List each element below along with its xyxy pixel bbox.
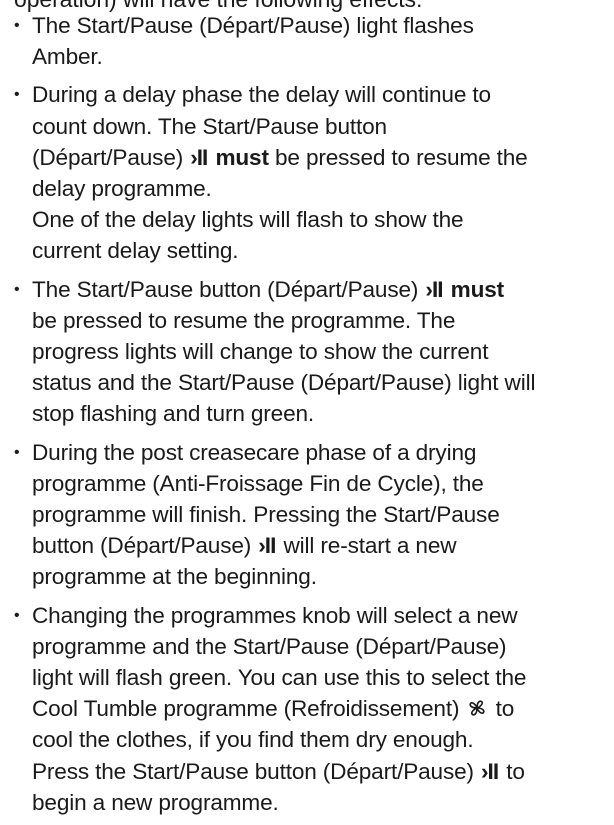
- text-line: button (Départ/Pause) ›II will re-start …: [32, 530, 610, 561]
- text-line: During the post creasecare phase of a dr…: [32, 439, 477, 465]
- bullet-dot: •: [14, 17, 20, 34]
- text-line: One of the delay lights will flash to sh…: [32, 207, 464, 233]
- text-line: Changing the programmes knob will select…: [32, 602, 518, 628]
- text-line: status and the Start/Pause (Départ/Pause…: [32, 370, 536, 396]
- text-line: Press the Start/Pause button (Départ/Pau…: [32, 756, 610, 787]
- text-line: Cool Tumble programme (Refroidissement) …: [32, 696, 515, 722]
- text-line: (Départ/Pause) ›II must be pressed to re…: [32, 142, 610, 173]
- text-line: programme and the Start/Pause (Départ/Pa…: [32, 633, 507, 659]
- text-line: During a delay phase the delay will cont…: [32, 82, 491, 108]
- list-item: • During the post creasecare phase of a …: [0, 437, 614, 593]
- document-page: operation) will have the following effec…: [0, 0, 614, 815]
- text-line: current delay setting.: [32, 238, 239, 264]
- text-line: stop flashing and turn green.: [32, 401, 315, 427]
- text-line: cool the clothes, if you find them dry e…: [32, 727, 474, 753]
- bullet-dot: •: [14, 280, 20, 298]
- text-line: programme (Anti-Froissage Fin de Cycle),…: [32, 470, 484, 496]
- emphasis-must: must: [450, 276, 505, 302]
- list-item: • Changing the programmes knob will sele…: [0, 600, 614, 818]
- list-item: • The Start/Pause button (Départ/Pause) …: [0, 274, 614, 430]
- text-line: be pressed to resume the programme. The: [32, 307, 456, 333]
- bullet-dot: •: [14, 86, 20, 104]
- text-line: light will flash green. You can use this…: [32, 665, 527, 691]
- bullet-dot: •: [14, 606, 20, 624]
- start-pause-icon: ›II: [425, 276, 443, 302]
- text-line: Amber.: [32, 44, 103, 70]
- text-line: programme will finish. Pressing the Star…: [32, 502, 500, 528]
- text-line: progress lights will change to show the …: [32, 339, 489, 365]
- text-line: programme at the beginning.: [32, 564, 317, 590]
- start-pause-icon: ›II: [258, 533, 276, 559]
- start-pause-icon: ›II: [190, 144, 208, 170]
- bullet-list: • The Start/Pause (Départ/Pause) light f…: [0, 10, 614, 825]
- text-line: begin a new programme.: [32, 789, 279, 815]
- text-line: delay programme.: [32, 176, 212, 202]
- text-line: count down. The Start/Pause button: [32, 113, 387, 139]
- fan-icon: [469, 700, 486, 716]
- emphasis-must: must: [215, 144, 269, 170]
- list-item: • During a delay phase the delay will co…: [0, 79, 614, 266]
- start-pause-icon: ›II: [481, 758, 499, 784]
- text-line: The Start/Pause (Départ/Pause) light fla…: [32, 13, 474, 38]
- text-line: The Start/Pause button (Départ/Pause) ›I…: [32, 274, 610, 305]
- bullet-dot: •: [14, 443, 20, 461]
- list-item: • The Start/Pause (Départ/Pause) light f…: [0, 10, 614, 72]
